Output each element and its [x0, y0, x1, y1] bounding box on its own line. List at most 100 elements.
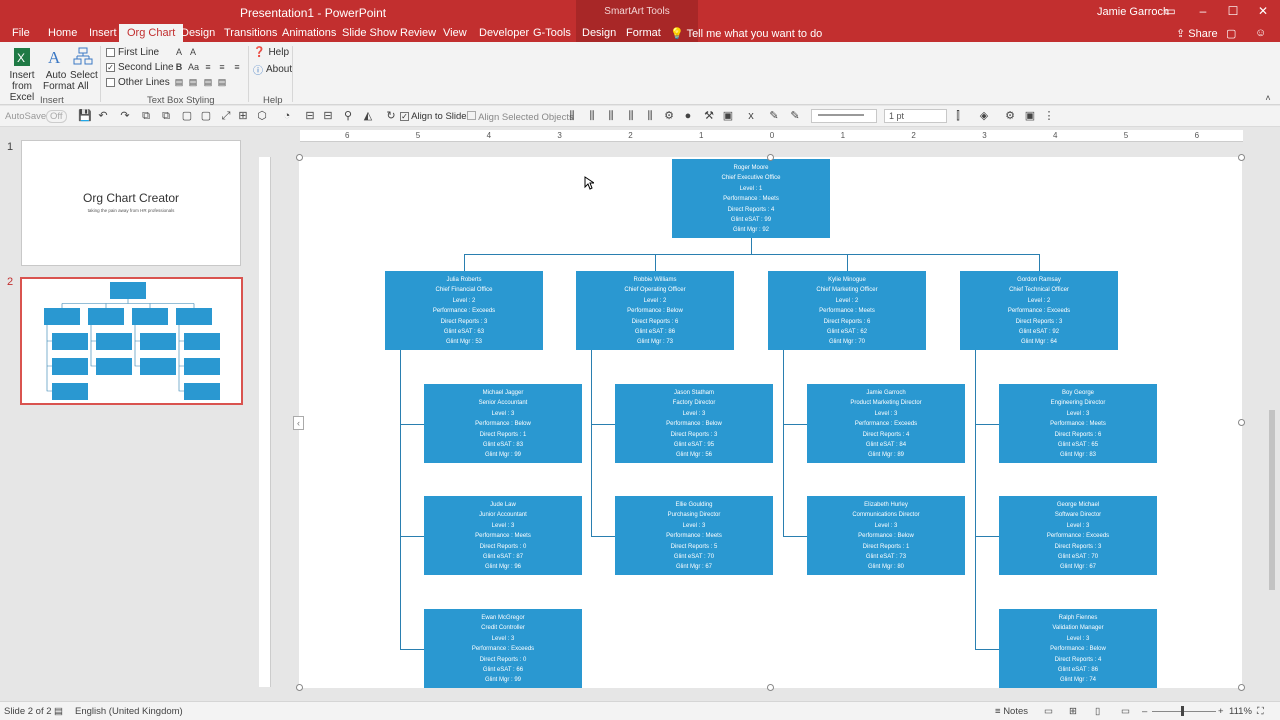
toolbar-icon[interactable]: ▢ [200, 110, 212, 122]
org-chart-node[interactable]: Gordon Ramsay Chief Technical Officer Leve… [960, 271, 1118, 350]
resize-handle[interactable] [767, 684, 774, 691]
org-chart-node[interactable]: Jamie Garroch Product Marketing Director L… [807, 384, 965, 463]
change-case-icon[interactable]: Aa [188, 63, 199, 72]
tab-view[interactable]: View [443, 27, 467, 39]
comments-icon[interactable]: ▢ [1226, 27, 1236, 40]
zoom-slider[interactable] [1152, 711, 1216, 712]
vertical-scrollbar[interactable] [1267, 130, 1277, 700]
tab-transitions[interactable]: Transitions [224, 27, 277, 39]
align-left-icon[interactable]: ≡ [203, 63, 213, 72]
first-line-checkbox[interactable]: First Line [106, 47, 159, 58]
text-pane-toggle[interactable]: ‹ [293, 416, 304, 430]
org-chart-node[interactable]: Jason Statham Factory Director Level : 3 Pe… [615, 384, 773, 463]
insert-from-excel-button[interactable]: X Insert from Excel [2, 46, 42, 103]
tab-format[interactable]: Format [626, 27, 661, 39]
resize-handle[interactable] [767, 154, 774, 161]
layout-icon-3[interactable]: ▤ [203, 78, 213, 87]
user-name[interactable]: Jamie Garroch [1097, 6, 1169, 18]
autosave-toggle[interactable]: Off [46, 110, 67, 123]
layout-icon-2[interactable]: ▤ [188, 78, 198, 87]
resize-handle[interactable] [296, 684, 303, 691]
org-chart-node[interactable]: Julia Roberts Chief Financial Office Level… [385, 271, 543, 350]
zoom-slider-thumb[interactable] [1181, 706, 1184, 716]
smiley-icon[interactable]: ☺ [1255, 27, 1266, 39]
align-icon[interactable]: ⫼ [625, 110, 637, 122]
second-line-checkbox[interactable]: ✓ Second Line [106, 62, 174, 73]
org-chart-node[interactable]: Boy George Engineering Director Level : 3 P… [999, 384, 1157, 463]
toolbar-icon[interactable]: ▢ [181, 110, 193, 122]
tab-animations[interactable]: Animations [282, 27, 336, 39]
slide-thumbnail-2[interactable] [20, 277, 243, 405]
toolbar-icon[interactable]: ⊟ [304, 110, 316, 122]
toolbar-icon[interactable]: ⊟ [322, 110, 334, 122]
reading-view-icon[interactable]: ▯ [1095, 706, 1100, 717]
align-selected-checkbox[interactable]: Align Selected Objects [467, 111, 574, 123]
undo-icon[interactable]: ↶ [97, 110, 109, 122]
language-label[interactable]: English (United Kingdom) [75, 706, 183, 717]
ribbon-display-icon[interactable]: ▭ [1162, 3, 1178, 19]
resize-handle[interactable] [1238, 419, 1245, 426]
bold-icon[interactable]: B [174, 63, 184, 72]
toolbar-icon[interactable]: ⧉ [140, 110, 152, 122]
save-icon[interactable]: 💾 [78, 110, 92, 122]
slide-canvas[interactable]: Roger Moore Chief Executive Office Level :… [299, 157, 1242, 688]
scrollbar-thumb[interactable] [1269, 410, 1275, 590]
toolbar-icon[interactable]: ⧉ [160, 110, 172, 122]
resize-handle[interactable] [296, 154, 303, 161]
normal-view-icon[interactable]: ▭ [1044, 706, 1053, 717]
tab-g-tools[interactable]: G-Tools [533, 27, 571, 39]
org-chart-node[interactable]: Robbie Williams Chief Operating Officer Le… [576, 271, 734, 350]
other-lines-checkbox[interactable]: Other Lines [106, 77, 170, 88]
org-chart-node[interactable]: George Michael Software Director Level : 3… [999, 496, 1157, 575]
zoom-out-icon[interactable]: – [1142, 706, 1147, 717]
grow-font-icon[interactable]: A [174, 48, 184, 57]
toolbar-icon[interactable]: ⚙ [663, 110, 675, 122]
org-chart-node[interactable]: Michael Jagger Senior Accountant Level : 3… [424, 384, 582, 463]
eyedropper-icon[interactable]: ✎ [768, 110, 780, 122]
tab-file[interactable]: File [12, 27, 30, 39]
tab-developer[interactable]: Developer [479, 27, 529, 39]
fit-slide-icon[interactable]: ⛶ [1257, 706, 1264, 717]
zoom-level[interactable]: 111% [1229, 706, 1252, 717]
zoom-in-icon[interactable]: + [1218, 706, 1224, 717]
tab-design[interactable]: Design [181, 27, 215, 39]
line-color-icon[interactable]: ✎ [789, 110, 801, 122]
toolbar-icon[interactable]: ◈ [978, 110, 990, 122]
toolbar-icon[interactable]: ◭ [362, 110, 374, 122]
tab-smartart-design[interactable]: Design [582, 27, 616, 39]
redo-icon[interactable]: ↷ [119, 110, 131, 122]
close-icon[interactable]: ✕ [1255, 3, 1271, 19]
toolbar-icon[interactable]: ⫿ [952, 110, 964, 122]
about-button[interactable]: ⓘ About [253, 62, 292, 77]
line-weight-dropdown[interactable]: 1 pt [884, 109, 947, 123]
layout-icon-4[interactable]: ▤ [217, 78, 227, 87]
color-icon[interactable]: ● [682, 110, 694, 122]
tab-org-chart[interactable]: Org Chart [119, 24, 184, 42]
org-chart-node[interactable]: Ellie Goulding Purchasing Director Level :… [615, 496, 773, 575]
help-button[interactable]: ❓ Help [253, 47, 289, 58]
org-chart-node[interactable]: Ralph Fiennes Validation Manager Level : 3… [999, 609, 1157, 688]
shrink-font-icon[interactable]: A [188, 48, 198, 57]
align-icon[interactable]: ⫼ [586, 110, 598, 122]
minimize-icon[interactable]: – [1195, 3, 1211, 19]
maximize-icon[interactable]: ☐ [1225, 3, 1241, 19]
toolbar-icon[interactable]: ◔ [281, 110, 293, 122]
align-icon[interactable]: ⫼ [644, 110, 656, 122]
tab-home[interactable]: Home [48, 27, 77, 39]
tell-me-box[interactable]: 💡 Tell me what you want to do [670, 27, 822, 40]
org-chart-node[interactable]: Elizabeth Hurley Communications Director L… [807, 496, 965, 575]
line-style-dropdown[interactable] [811, 109, 877, 123]
tab-review[interactable]: Review [400, 27, 436, 39]
align-right-icon[interactable]: ≡ [232, 63, 242, 72]
spelling-icon[interactable]: ▤ [54, 706, 63, 717]
rotate-icon[interactable]: ↻ [385, 110, 397, 122]
collapse-ribbon-icon[interactable]: ˄ [1263, 94, 1273, 103]
toolbar-icon[interactable]: ⬡ [256, 110, 268, 122]
select-all-button[interactable]: Select All [70, 46, 98, 92]
toolbar-icon[interactable]: ⚲ [342, 110, 354, 122]
org-chart-node[interactable]: Roger Moore Chief Executive Office Level :… [672, 159, 830, 238]
resize-handle[interactable] [1238, 154, 1245, 161]
align-icon[interactable]: ⫼ [605, 110, 617, 122]
slide-thumbnail-1[interactable]: Org Chart Creator taking the pain away f… [21, 140, 241, 266]
notes-button[interactable]: ≡ Notes [995, 706, 1028, 717]
